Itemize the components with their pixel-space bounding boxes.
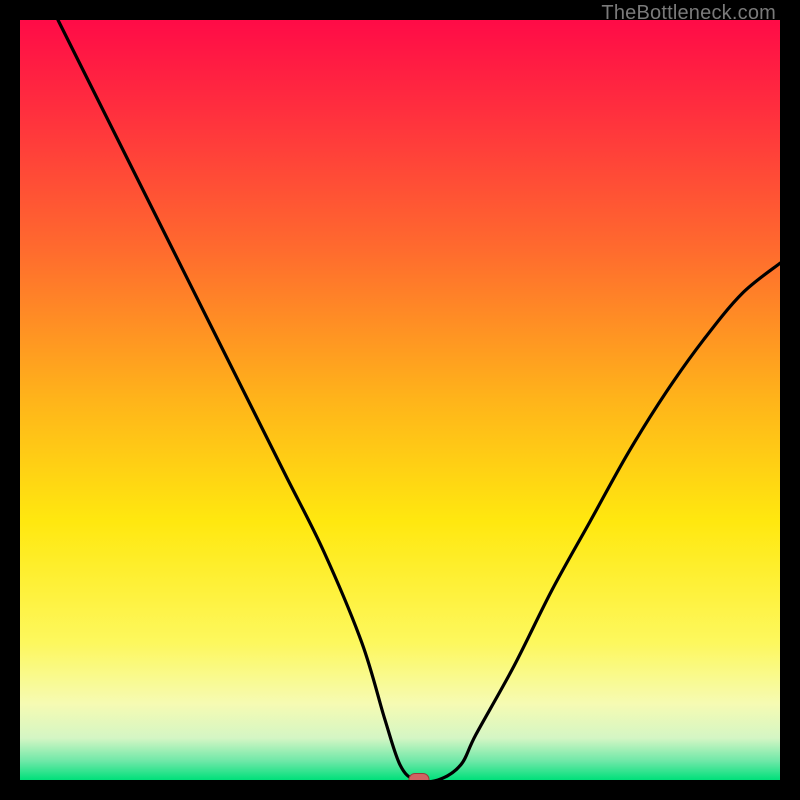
optimal-point-marker <box>409 774 429 781</box>
gradient-background <box>20 20 780 780</box>
bottleneck-chart <box>20 20 780 780</box>
plot-area <box>20 20 780 780</box>
chart-frame: TheBottleneck.com <box>0 0 800 800</box>
